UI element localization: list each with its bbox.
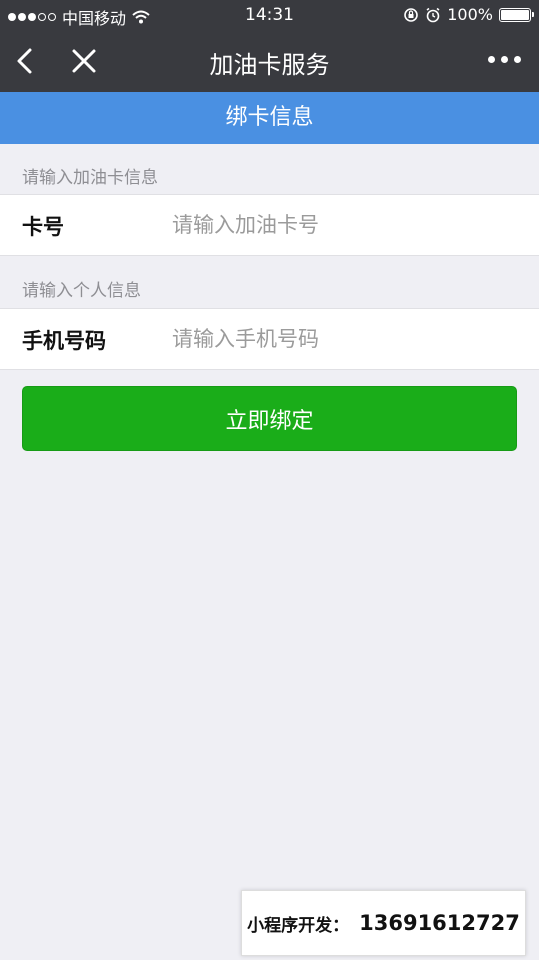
nav-bar: 加油卡服务: [0, 30, 539, 92]
watermark-label: 小程序开发：: [247, 915, 350, 936]
status-right: 100%: [403, 5, 534, 24]
bind-now-button[interactable]: 立即绑定: [22, 386, 517, 451]
battery-level: [501, 9, 529, 20]
status-bar: 中国移动 14:31 100%: [0, 0, 539, 30]
personal-section-label: 请输入个人信息: [22, 281, 141, 301]
alarm-icon: [426, 7, 440, 22]
watermark-phone: 13691612727: [359, 911, 520, 935]
battery-icon: [499, 7, 534, 22]
more-dots-icon[interactable]: [488, 56, 521, 63]
watermark: 小程序开发： 13691612727: [241, 890, 526, 956]
section-banner: 绑卡信息: [0, 92, 539, 144]
card-number-row: 卡号: [0, 194, 539, 256]
battery-percent: 100%: [447, 5, 493, 24]
card-section-label: 请输入加油卡信息: [22, 168, 158, 188]
phone-number-label: 手机号码: [22, 329, 106, 353]
page-title: 加油卡服务: [209, 51, 330, 79]
card-number-label: 卡号: [22, 215, 64, 239]
card-number-input[interactable]: [172, 205, 512, 245]
phone-number-input[interactable]: [172, 319, 512, 359]
phone-number-row: 手机号码: [0, 308, 539, 370]
orientation-lock-icon: [404, 7, 419, 22]
